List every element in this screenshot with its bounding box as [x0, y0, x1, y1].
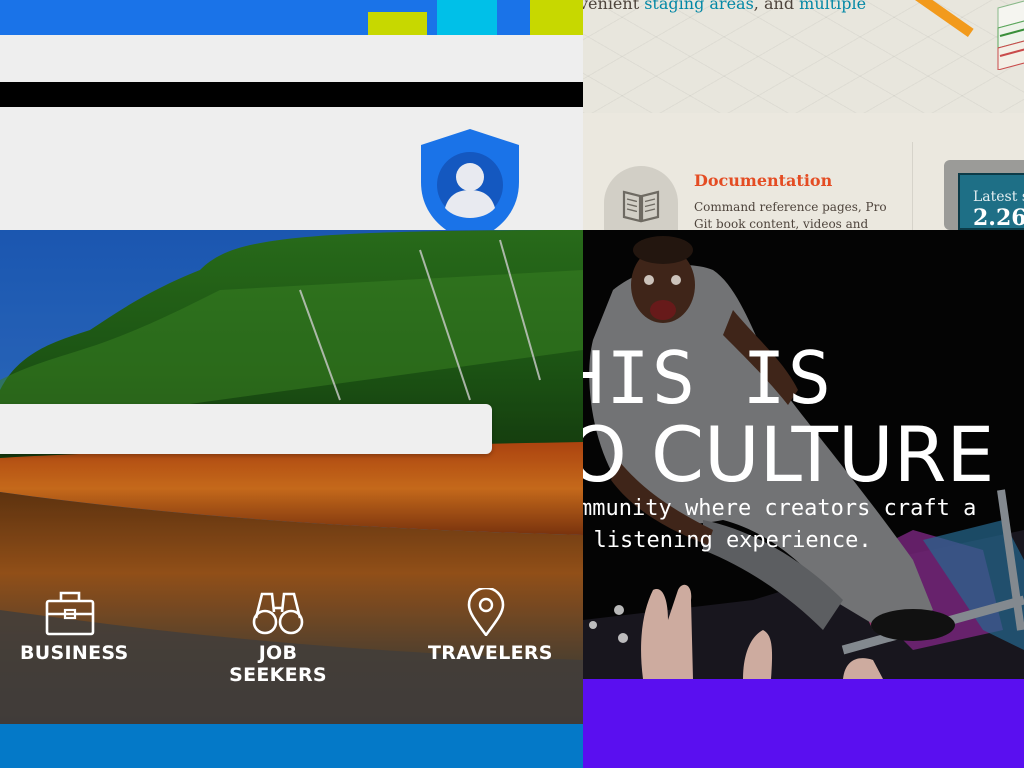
subheadline-line-1: mmunity where creators craft a [583, 496, 977, 521]
binoculars-icon [252, 592, 304, 635]
account-shield-icon [421, 129, 519, 230]
orange-branch-stripe [902, 0, 974, 38]
map-pin-icon [467, 588, 505, 636]
latest-release-version[interactable]: 2.26. [973, 205, 1024, 230]
culture-hero-panel: HIS IS O CULTURE mmunity where creators … [583, 230, 1024, 768]
multiple-link[interactable]: multiple [799, 0, 866, 13]
latest-release-label: Latest so [973, 189, 1024, 205]
briefcase-icon [45, 591, 95, 636]
category-travelers[interactable]: TRAVELERS [428, 588, 552, 664]
lime-accent-block-right [530, 0, 583, 35]
travel-search-panel: BUSINESS JOB SEEKERS TRAVELERS [0, 230, 583, 768]
blue-accent-block [497, 0, 530, 35]
black-divider-bar [0, 82, 583, 107]
category-label: TRAVELERS [428, 642, 553, 664]
headline-line-2: O CULTURE [583, 410, 995, 499]
category-business[interactable]: BUSINESS [20, 588, 128, 664]
open-book-icon [622, 190, 660, 223]
blue-footer-bar [0, 724, 583, 768]
category-label: BUSINESS [20, 642, 129, 664]
category-job-seekers[interactable]: JOB SEEKERS [213, 588, 343, 686]
search-input[interactable] [0, 404, 492, 454]
hero-area: venient staging areas, and multiple [583, 0, 1024, 113]
google-account-panel [0, 0, 583, 230]
subheadline-line-2: r listening experience. [583, 528, 872, 553]
documentation-description: Command reference pages, Pro Git book co… [694, 200, 887, 230]
lime-accent-block [368, 12, 427, 35]
vertical-divider [912, 142, 913, 232]
purple-footer-bar [583, 679, 1024, 768]
documentation-link[interactable]: Documentation [694, 171, 832, 190]
stacked-books-illustration [997, 0, 1024, 70]
hero-text-middle: , and [753, 0, 800, 13]
category-label: JOB SEEKERS [229, 642, 327, 686]
hero-text: venient staging areas, and multiple [583, 0, 866, 13]
documentation-icon-circle[interactable] [604, 166, 678, 230]
cyan-accent-block [437, 0, 497, 35]
hero-text-prefix: venient [583, 0, 645, 13]
staging-areas-link[interactable]: staging areas [644, 0, 754, 13]
light-strip [0, 35, 583, 82]
headline-line-1: HIS IS [583, 336, 834, 420]
